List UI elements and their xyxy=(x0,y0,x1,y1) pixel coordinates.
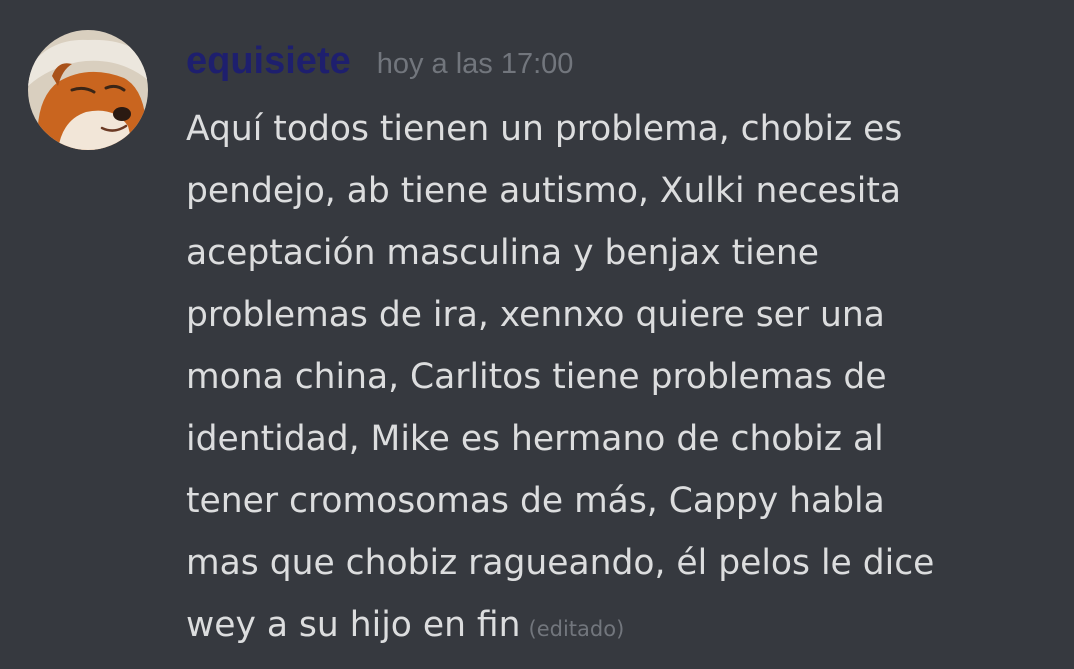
message-line: Aquí todos tienen un problema, chobiz es xyxy=(186,109,903,149)
timestamp[interactable]: hoy a las 17:00 xyxy=(377,48,574,81)
edited-label: (editado) xyxy=(528,617,625,641)
message-header: equisiete hoy a las 17:00 xyxy=(186,40,573,90)
message-content: Aquí todos tienen un problema, chobiz es… xyxy=(186,98,1056,660)
chat-message: equisiete hoy a las 17:00 Aquí todos tie… xyxy=(0,0,1074,669)
message-line: identidad, Mike es hermano de chobiz al xyxy=(186,419,884,459)
message-line-last: wey a su hijo en fin (editado) xyxy=(186,594,1056,660)
message-line: pendejo, ab tiene autismo, Xulki necesit… xyxy=(186,171,902,211)
message-line: problemas de ira, xennxo quiere ser una xyxy=(186,295,885,335)
username[interactable]: equisiete xyxy=(186,40,351,83)
message-line: aceptación masculina y benjax tiene xyxy=(186,233,820,273)
message-line-text: wey a su hijo en fin xyxy=(186,605,521,645)
message-line: mona china, Carlitos tiene problemas de xyxy=(186,357,887,397)
message-line: tener cromosomas de más, Cappy habla xyxy=(186,481,885,521)
avatar[interactable] xyxy=(28,30,148,150)
message-line: mas que chobiz ragueando, él pelos le di… xyxy=(186,543,935,583)
shiba-dog-avatar-icon xyxy=(28,30,148,150)
